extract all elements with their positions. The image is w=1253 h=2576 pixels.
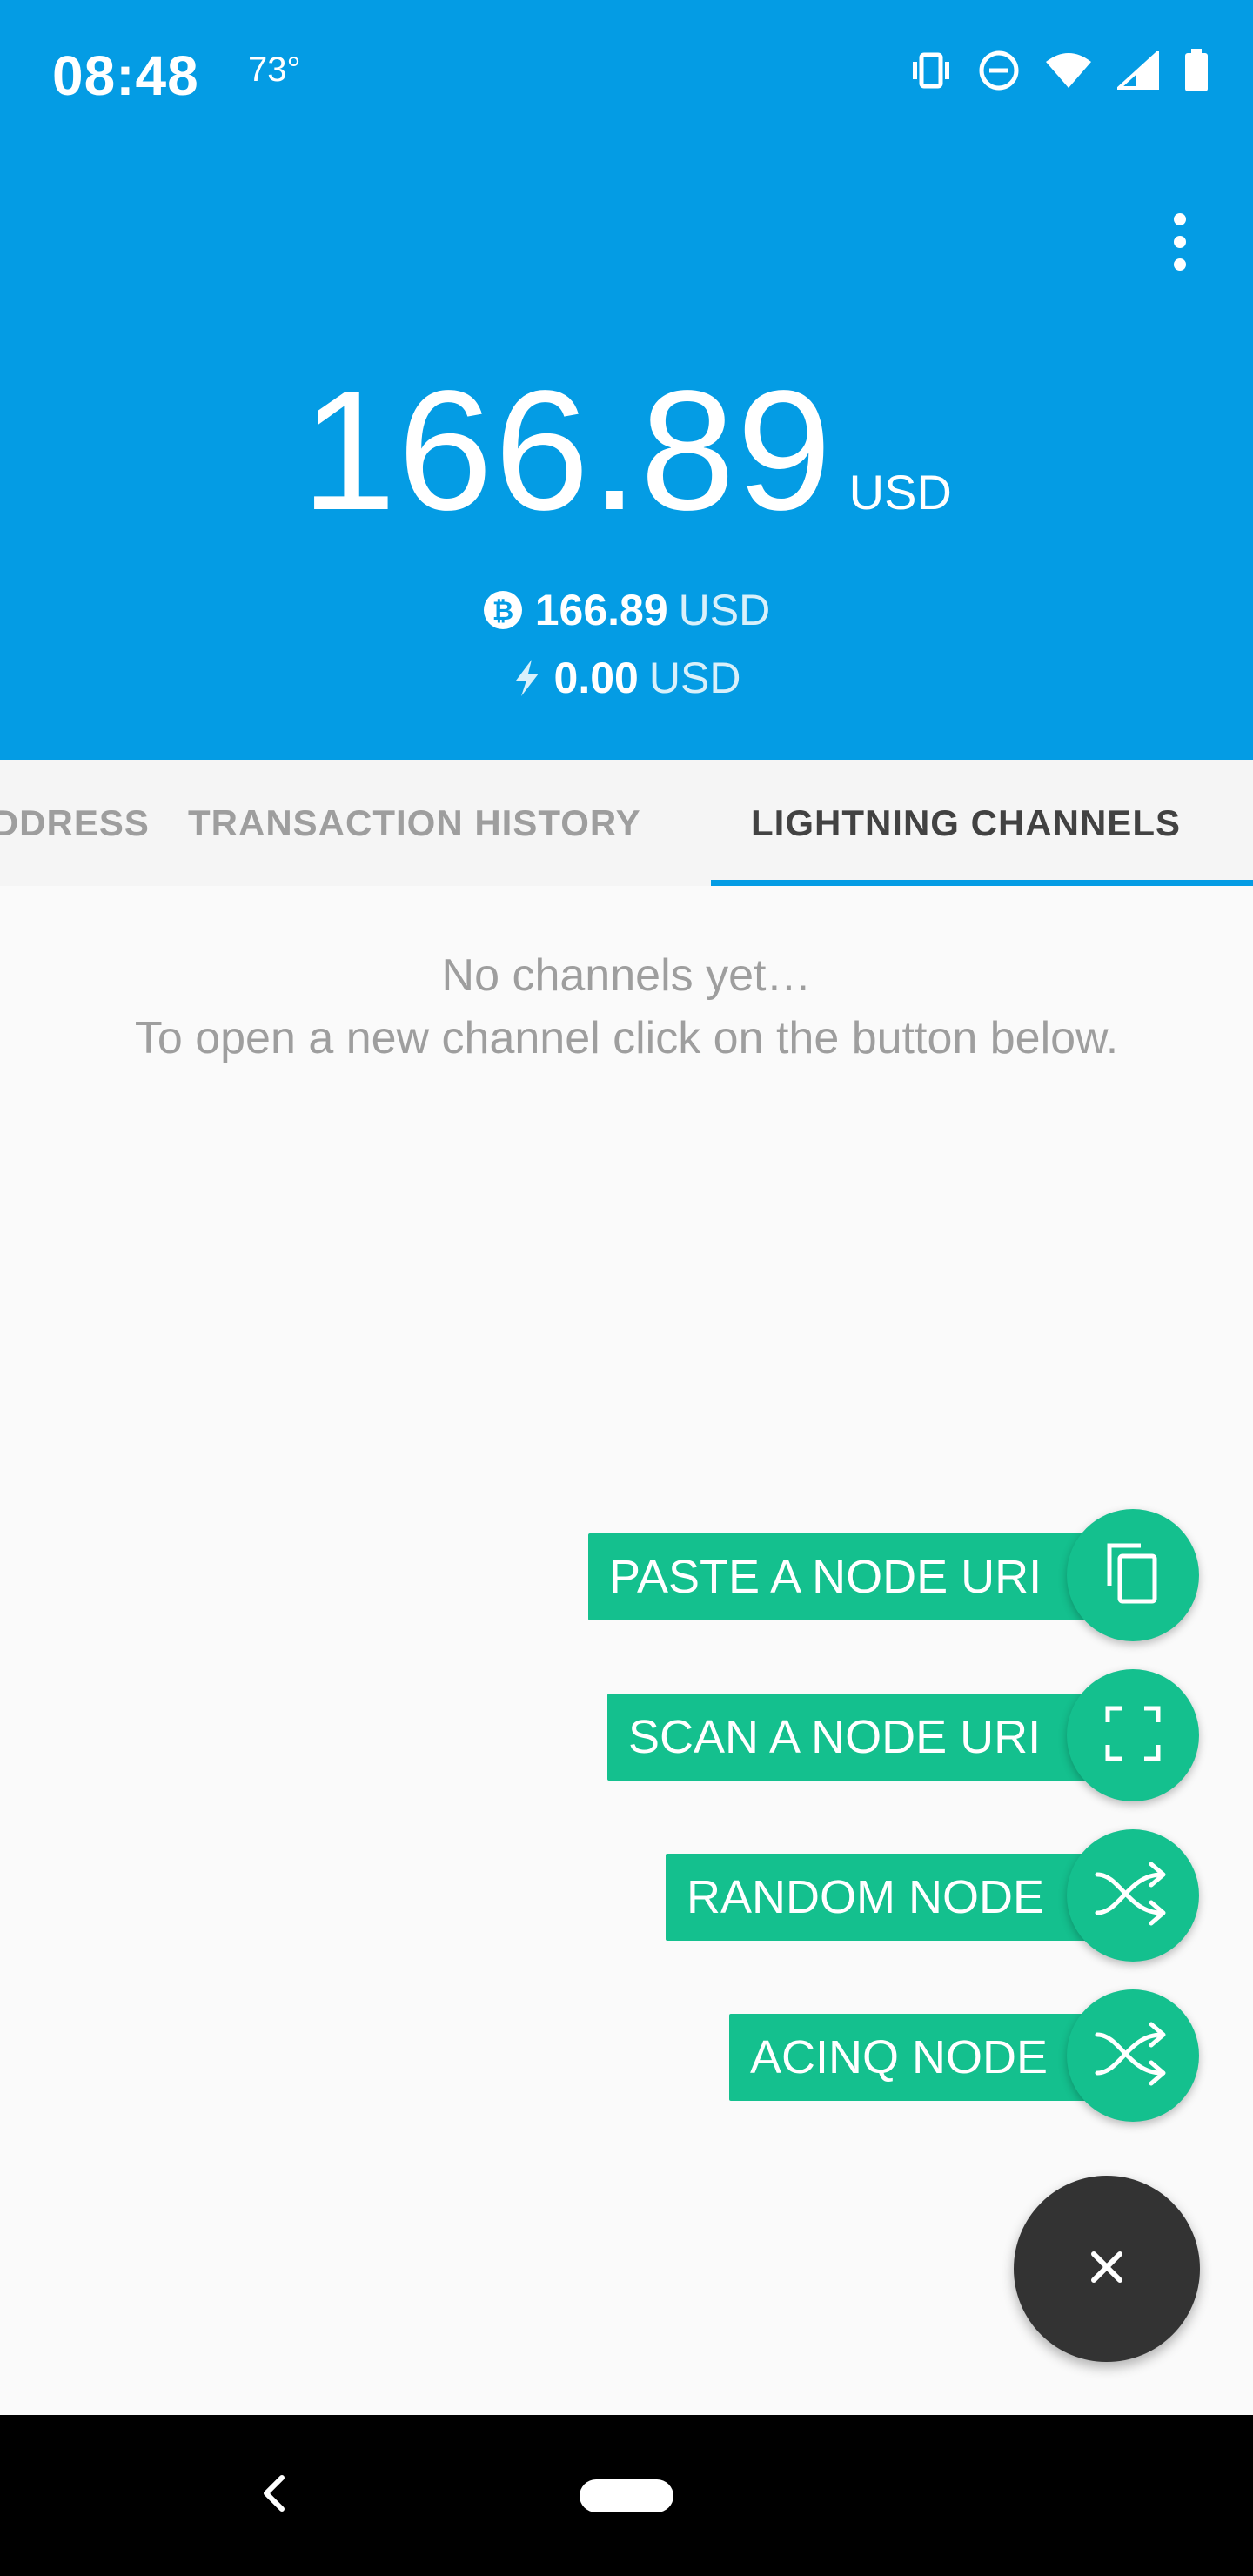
onchain-unit: USD <box>678 586 771 634</box>
random-node-button[interactable] <box>1067 1829 1199 1962</box>
close-speed-dial-button[interactable] <box>1014 2176 1200 2362</box>
battery-icon <box>1183 49 1209 92</box>
shuffle-icon <box>1094 1859 1172 1933</box>
acinq-node-label[interactable]: ACINQ NODE <box>729 2014 1102 2101</box>
balance-unit: USD <box>848 465 952 520</box>
tab-bar: RECEIVE ADDRESS TRANSACTION HISTORY LIGH… <box>0 760 1253 886</box>
bitcoin-icon: ₿ <box>483 590 523 641</box>
active-tab-indicator <box>711 880 1253 886</box>
scan-icon <box>1104 1705 1162 1767</box>
more-vert-icon[interactable] <box>1157 207 1203 277</box>
status-time: 08:48 <box>52 44 199 107</box>
random-node-label[interactable]: RANDOM NODE <box>666 1854 1102 1941</box>
lightning-amount: 0.00 <box>553 654 639 702</box>
empty-state-title: No channels yet… <box>441 950 812 1001</box>
paste-node-uri-label[interactable]: PASTE A NODE URI <box>588 1533 1102 1620</box>
tab-lightning-channels[interactable]: LIGHTNING CHANNELS <box>751 760 1181 886</box>
svg-text:₿: ₿ <box>492 596 513 627</box>
signal-icon <box>1117 51 1159 90</box>
total-balance: 166.89 USD <box>0 366 1253 536</box>
close-icon <box>1089 2250 1124 2289</box>
acinq-node-button[interactable] <box>1067 1989 1199 2122</box>
scan-node-uri-label[interactable]: SCAN A NODE URI <box>607 1694 1102 1781</box>
onchain-balance: ₿ 166.89 USD <box>0 585 1253 641</box>
empty-state: No channels yet… To open a new channel c… <box>0 944 1253 1070</box>
paste-node-uri-button[interactable] <box>1067 1509 1199 1641</box>
empty-state-hint: To open a new channel click on the butto… <box>134 1013 1119 1063</box>
lightning-balance: 0.00 USD <box>0 653 1253 708</box>
vibrate-icon <box>908 51 954 90</box>
tab-transaction-history[interactable]: TRANSACTION HISTORY <box>188 760 641 886</box>
back-icon[interactable] <box>252 2459 296 2528</box>
balance-amount: 166.89 <box>301 355 834 546</box>
status-temperature: 73° <box>248 50 301 89</box>
onchain-amount: 166.89 <box>534 586 668 634</box>
wallet-header: 08:48 73° 166.89 USD ₿ 166.89 USD 0.00 USD <box>0 0 1253 760</box>
wifi-icon <box>1044 51 1093 90</box>
lightning-icon <box>513 658 542 708</box>
home-pill[interactable] <box>580 2479 673 2512</box>
scan-node-uri-button[interactable] <box>1067 1669 1199 1801</box>
copy-icon <box>1102 1540 1163 1611</box>
status-icons <box>908 49 1209 92</box>
lightning-unit: USD <box>648 654 741 702</box>
tab-receive-address[interactable]: RECEIVE ADDRESS <box>0 760 150 886</box>
shuffle-icon <box>1094 2019 1172 2093</box>
dnd-icon <box>978 50 1020 91</box>
